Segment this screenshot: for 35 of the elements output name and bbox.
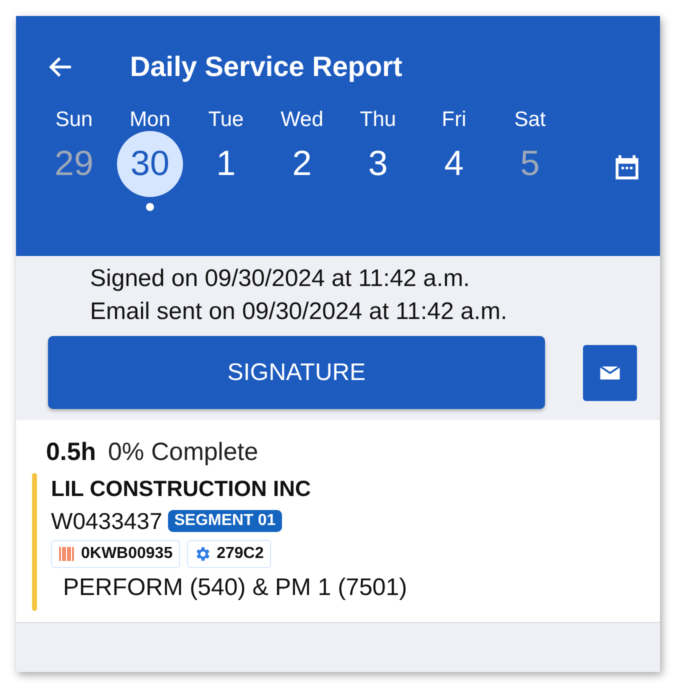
day-name: Sat	[514, 108, 546, 133]
day-item[interactable]: Mon 30	[112, 108, 188, 211]
job-description: PERFORM (540) & PM 1 (7501)	[62, 574, 408, 602]
day-number: 3	[367, 143, 389, 185]
email-button[interactable]	[583, 344, 637, 400]
day-name: Wed	[280, 108, 324, 133]
chip-text: 279C2	[216, 545, 264, 563]
segment-tag: SEGMENT 01	[168, 510, 282, 532]
day-name: Mon	[130, 108, 170, 133]
day-item[interactable]: Tue 1	[188, 108, 264, 211]
day-number: 30	[117, 131, 183, 197]
day-number: 4	[443, 143, 465, 185]
day-number: 5	[519, 143, 541, 185]
barcode-icon	[58, 545, 76, 563]
day-item[interactable]: Wed 2	[264, 108, 340, 211]
signature-button[interactable]: SIGNATURE	[48, 336, 545, 409]
day-item[interactable]: Thu 3	[340, 108, 416, 211]
day-number: 1	[215, 143, 237, 185]
day-name: Tue	[208, 108, 244, 133]
day-name: Fri	[442, 108, 466, 133]
hours-text: 0.5h	[46, 438, 96, 467]
chip-text: 0KWB00935	[81, 545, 173, 563]
gear-icon	[194, 545, 212, 563]
customer-name: LIL CONSTRUCTION INC	[51, 475, 312, 503]
status-text: Signed on 09/30/2024 at 11:42 a.m.	[90, 264, 471, 294]
day-number: 29	[54, 143, 94, 185]
day-name: Sun	[55, 108, 93, 133]
progress-text: 0% Complete	[108, 438, 258, 467]
day-item[interactable]: Fri 4	[416, 108, 492, 211]
status-text: Email sent on 09/30/2024 at 11:42 a.m.	[90, 297, 508, 327]
job-card[interactable]: 0.5h 0% Complete LIL CONSTRUCTION INC W0433437 SEGMENT 01 0KWB00935 279C2 PERFORM (540) & PM 1 (7501)	[16, 420, 660, 623]
day-number: 2	[291, 143, 313, 185]
screen-title: Daily Service Report	[130, 51, 402, 83]
work-order-number: W0433437	[51, 507, 162, 536]
day-name: Thu	[360, 108, 396, 133]
